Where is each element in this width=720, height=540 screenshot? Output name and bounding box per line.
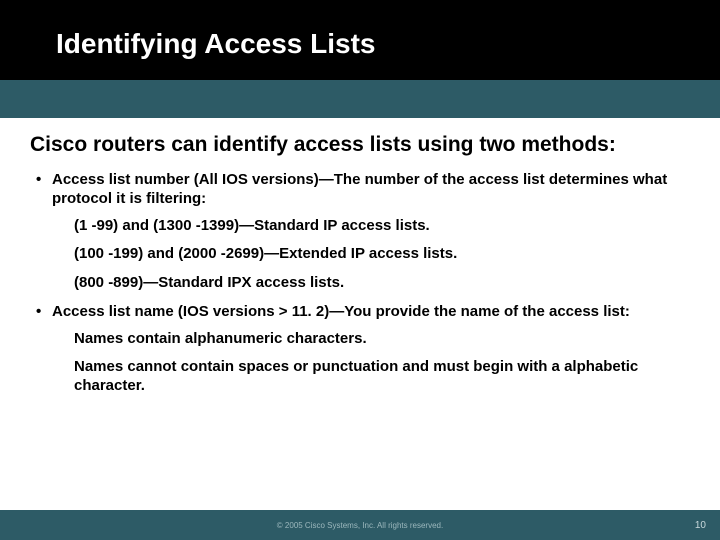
slide-body: Cisco routers can identify access lists … [0, 118, 720, 510]
slide: Identifying Access Lists Cisco routers c… [0, 0, 720, 540]
corner-accent [630, 0, 720, 60]
copyright-text: © 2005 Cisco Systems, Inc. All rights re… [277, 521, 443, 530]
slide-title: Identifying Access Lists [56, 28, 680, 60]
bullet-1-sub-3: (800 -899)—Standard IPX access lists. [30, 274, 690, 293]
bullet-1-sub-1: (1 -99) and (1300 -1399)—Standard IP acc… [30, 217, 690, 236]
bullet-2-sub-2: Names cannot contain spaces or punctuati… [30, 358, 690, 396]
bullet-list: Access list number (All IOS versions)—Th… [30, 171, 690, 396]
footer: © 2005 Cisco Systems, Inc. All rights re… [0, 510, 720, 540]
intro-text: Cisco routers can identify access lists … [30, 132, 690, 157]
title-underline [0, 80, 720, 118]
bullet-2-sub-1: Names contain alphanumeric characters. [30, 330, 690, 349]
bullet-1-sub-2: (100 -199) and (2000 -2699)—Extended IP … [30, 245, 690, 264]
page-number: 10 [695, 510, 706, 540]
title-area: Identifying Access Lists [0, 0, 720, 118]
bullet-2: Access list name (IOS versions > 11. 2)—… [30, 303, 690, 322]
bullet-1: Access list number (All IOS versions)—Th… [30, 171, 690, 209]
